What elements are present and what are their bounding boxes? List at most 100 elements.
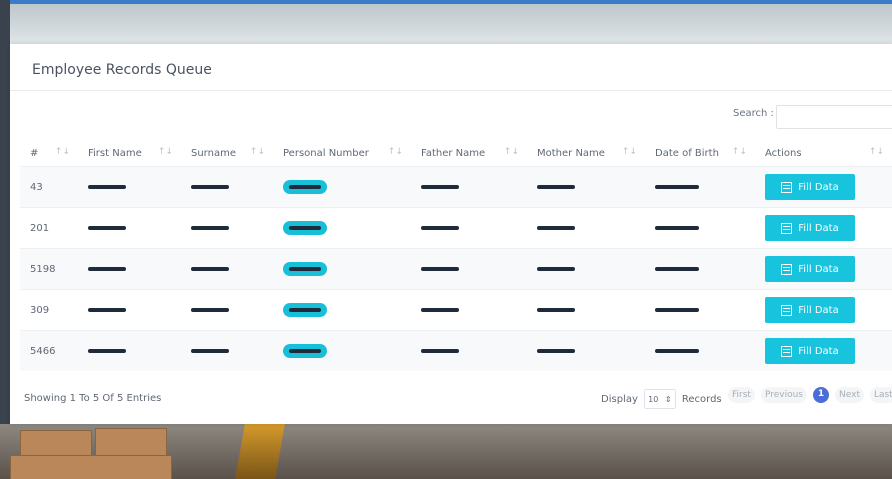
pagination: First Previous 1 Next Last [728, 387, 892, 403]
ceiling-band [0, 4, 892, 44]
panel-title: Employee Records Queue [32, 62, 212, 78]
redacted-surname [191, 266, 229, 271]
row-id: 201 [20, 207, 78, 249]
header-label: Actions [765, 147, 802, 159]
redacted-personal-number [283, 262, 327, 276]
redacted-first-name [88, 348, 126, 353]
redacted-surname [191, 225, 229, 230]
redacted-surname [191, 307, 229, 312]
entries-info: Showing 1 To 5 Of 5 Entries [24, 393, 162, 404]
redacted-personal-number [283, 344, 327, 358]
table-row: 5198 Fill Data [20, 248, 892, 290]
search-label: Search : [733, 108, 774, 119]
redacted-first-name [88, 184, 126, 189]
redacted-first-name [88, 225, 126, 230]
form-icon [781, 181, 793, 193]
sort-icon: ↑↓ [249, 147, 265, 157]
select-arrows-icon: ⇕ [664, 394, 672, 404]
header-label: # [30, 147, 39, 159]
column-header-actions[interactable]: Actions ↑↓ [755, 140, 892, 167]
column-header-first-name[interactable]: First Name ↑↓ [78, 140, 181, 167]
sort-icon: ↑↓ [387, 147, 403, 157]
row-id: 5198 [20, 248, 78, 290]
button-label: Fill Data [798, 181, 839, 193]
redacted-first-name [88, 266, 126, 271]
page-first-button[interactable]: First [728, 387, 755, 403]
redacted-date-of-birth [655, 184, 699, 189]
redacted-date-of-birth [655, 307, 699, 312]
page-next-button[interactable]: Next [835, 387, 864, 403]
redacted-mother-name [537, 184, 575, 189]
header-label: Personal Number [283, 147, 369, 159]
redacted-personal-number [283, 221, 327, 235]
redacted-date-of-birth [655, 348, 699, 353]
redacted-father-name [421, 348, 459, 353]
search-input[interactable] [776, 105, 892, 129]
button-label: Fill Data [798, 345, 839, 357]
page-last-button[interactable]: Last [869, 387, 892, 403]
page-size-control: Display 10 ⇕ Records [601, 389, 722, 409]
records-panel: Employee Records Queue Search : # ↑↓ Firs… [10, 44, 892, 424]
sort-icon: ↑↓ [157, 147, 173, 157]
redacted-first-name [88, 307, 126, 312]
redacted-surname [191, 348, 229, 353]
records-table: # ↑↓ First Name ↑↓ Surname ↑↓ Personal Numb… [20, 140, 892, 371]
cardboard-box [10, 455, 172, 479]
header-label: Date of Birth [655, 147, 719, 159]
column-header-date-of-birth[interactable]: Date of Birth ↑↓ [645, 140, 755, 167]
sort-icon: ↑↓ [54, 147, 70, 157]
redacted-date-of-birth [655, 266, 699, 271]
redacted-mother-name [537, 348, 575, 353]
button-label: Fill Data [798, 263, 839, 275]
table-row: 309 Fill Data [20, 289, 892, 331]
fill-data-button[interactable]: Fill Data [765, 297, 855, 323]
sort-icon: ↑↓ [503, 147, 519, 157]
row-id: 43 [20, 166, 78, 208]
sort-icon: ↑↓ [868, 147, 884, 157]
redacted-mother-name [537, 266, 575, 271]
page-size-value: 10 [648, 394, 659, 404]
form-icon [781, 304, 793, 316]
table-row: 5466 Fill Data [20, 330, 892, 371]
column-header-father-name[interactable]: Father Name ↑↓ [411, 140, 527, 167]
records-label: Records [681, 393, 722, 405]
form-icon [781, 222, 793, 234]
page-previous-button[interactable]: Previous [760, 387, 807, 403]
fill-data-button[interactable]: Fill Data [765, 174, 855, 200]
table-row: 43 Fill Data [20, 166, 892, 208]
header-label: First Name [88, 147, 142, 159]
header-label: Mother Name [537, 147, 605, 159]
redacted-father-name [421, 225, 459, 230]
column-header-surname[interactable]: Surname ↑↓ [181, 140, 273, 167]
sort-icon: ↑↓ [731, 147, 747, 157]
form-icon [781, 263, 793, 275]
redacted-father-name [421, 184, 459, 189]
table-row: 201 Fill Data [20, 207, 892, 249]
redacted-personal-number [283, 180, 327, 194]
row-id: 5466 [20, 330, 78, 371]
column-header-personal-number[interactable]: Personal Number ↑↓ [273, 140, 411, 167]
column-header-mother-name[interactable]: Mother Name ↑↓ [527, 140, 645, 167]
fill-data-button[interactable]: Fill Data [765, 256, 855, 282]
header-divider [10, 90, 892, 91]
row-id: 309 [20, 289, 78, 331]
redacted-personal-number [283, 303, 327, 317]
redacted-father-name [421, 307, 459, 312]
form-icon [781, 345, 793, 357]
redacted-date-of-birth [655, 225, 699, 230]
left-edge-bar [0, 0, 10, 479]
header-label: Surname [191, 147, 236, 159]
display-label: Display [601, 393, 638, 405]
page-size-select[interactable]: 10 ⇕ [643, 389, 676, 409]
header-label: Father Name [421, 147, 486, 159]
button-label: Fill Data [798, 222, 839, 234]
cardboard-box [20, 430, 92, 457]
fill-data-button[interactable]: Fill Data [765, 215, 855, 241]
column-header-id[interactable]: # ↑↓ [20, 140, 78, 167]
redacted-mother-name [537, 307, 575, 312]
page-current-button[interactable]: 1 [813, 387, 829, 403]
redacted-father-name [421, 266, 459, 271]
fill-data-button[interactable]: Fill Data [765, 338, 855, 364]
table-header-row: # ↑↓ First Name ↑↓ Surname ↑↓ Personal Numb… [20, 140, 892, 167]
redacted-mother-name [537, 225, 575, 230]
